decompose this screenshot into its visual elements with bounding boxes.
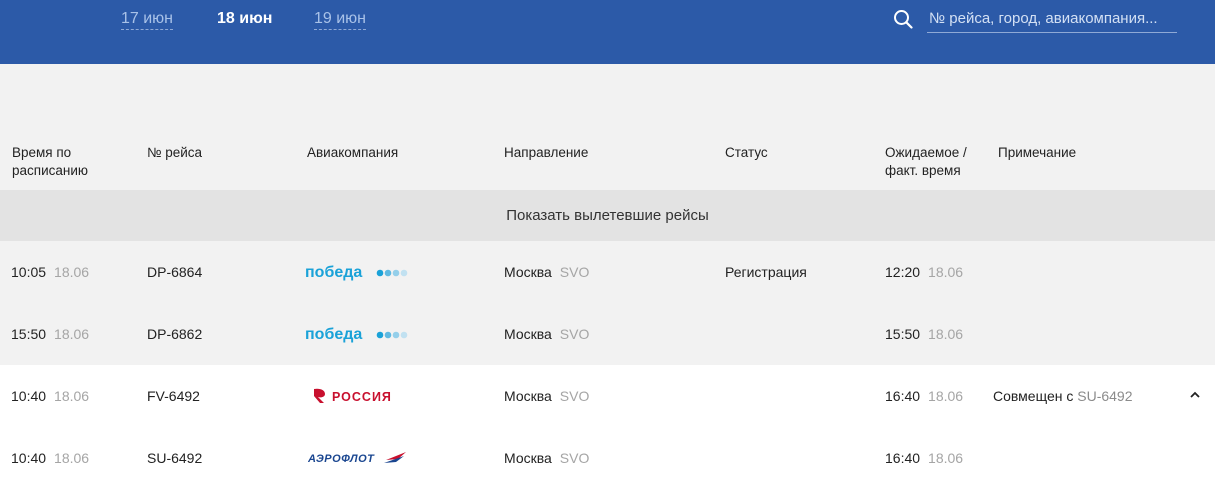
header-flight-number: № рейса	[147, 145, 203, 160]
show-departed-button[interactable]: Показать вылетевшие рейсы	[0, 190, 1215, 241]
date-tab-18[interactable]: 18 июн	[217, 10, 272, 29]
search-icon[interactable]	[893, 9, 913, 29]
expected-time: 16:40 18.06	[885, 388, 964, 404]
direction: Москва SVO	[504, 450, 590, 466]
header-status: Статус	[725, 145, 768, 160]
chevron-up-icon[interactable]	[1188, 390, 1202, 400]
date-tab-17[interactable]: 17 июн	[121, 10, 174, 30]
table-row[interactable]: 15:50 18.06 DP-6862 победа Москва SVO 15:5…	[0, 303, 1215, 365]
flight-number[interactable]: FV-6492	[147, 365, 200, 427]
svg-text:РОССИЯ: РОССИЯ	[332, 390, 392, 404]
flight-number[interactable]: DP-6862	[147, 303, 202, 365]
expected-time: 15:50 18.06	[885, 326, 964, 342]
header-airline: Авиакомпания	[307, 145, 399, 160]
rossiya-logo: РОССИЯ	[314, 388, 392, 404]
flight-number[interactable]: SU-6492	[147, 427, 202, 486]
svg-text:АЭРОФЛОТ: АЭРОФЛОТ	[308, 453, 375, 465]
header-scheduled-time: Время по расписанию	[12, 145, 88, 178]
status: Регистрация	[725, 264, 807, 280]
scheduled-time: 15:50 18.06	[11, 326, 90, 342]
table-row[interactable]: 10:40 18.06 SU-6492 АЭРОФЛОТ Москва SVO 16…	[0, 427, 1215, 486]
header-expected-time: Ожидаемое / факт. время	[885, 145, 967, 178]
expected-time: 12:20 18.06	[885, 264, 964, 280]
note: Совмещен с SU-6492	[993, 388, 1133, 404]
pobeda-logo: победа	[305, 264, 408, 281]
table-row[interactable]: 10:05 18.06 DP-6864 победа Москва SVO Реги…	[0, 241, 1215, 303]
scheduled-time: 10:05 18.06	[11, 264, 90, 280]
direction: Москва SVO	[504, 264, 590, 280]
header-note: Примечание	[998, 145, 1077, 160]
search-input[interactable]: № рейса, город, авиакомпания...	[927, 8, 1177, 33]
pobeda-logo: победа	[305, 326, 408, 343]
header-direction: Направление	[504, 145, 589, 160]
aeroflot-logo: АЭРОФЛОТ	[308, 452, 406, 465]
scheduled-time: 10:40 18.06	[11, 450, 90, 466]
svg-text:победа: победа	[305, 264, 362, 281]
expected-time: 16:40 18.06	[885, 450, 964, 466]
direction: Москва SVO	[504, 388, 590, 404]
svg-text:победа: победа	[305, 326, 362, 343]
table-header: Время по расписанию № рейса Авиакомпания…	[0, 130, 1215, 190]
date-tab-19[interactable]: 19 июн	[314, 10, 367, 30]
top-bar: 17 июн 18 июн 19 июн № рейса, город, ави…	[0, 0, 1215, 64]
direction: Москва SVO	[504, 326, 590, 342]
scheduled-time: 10:40 18.06	[11, 388, 90, 404]
table-row[interactable]: 10:40 18.06 FV-6492 РОССИЯ Москва SVO 16:4…	[0, 365, 1215, 427]
flight-number[interactable]: DP-6864	[147, 241, 202, 303]
